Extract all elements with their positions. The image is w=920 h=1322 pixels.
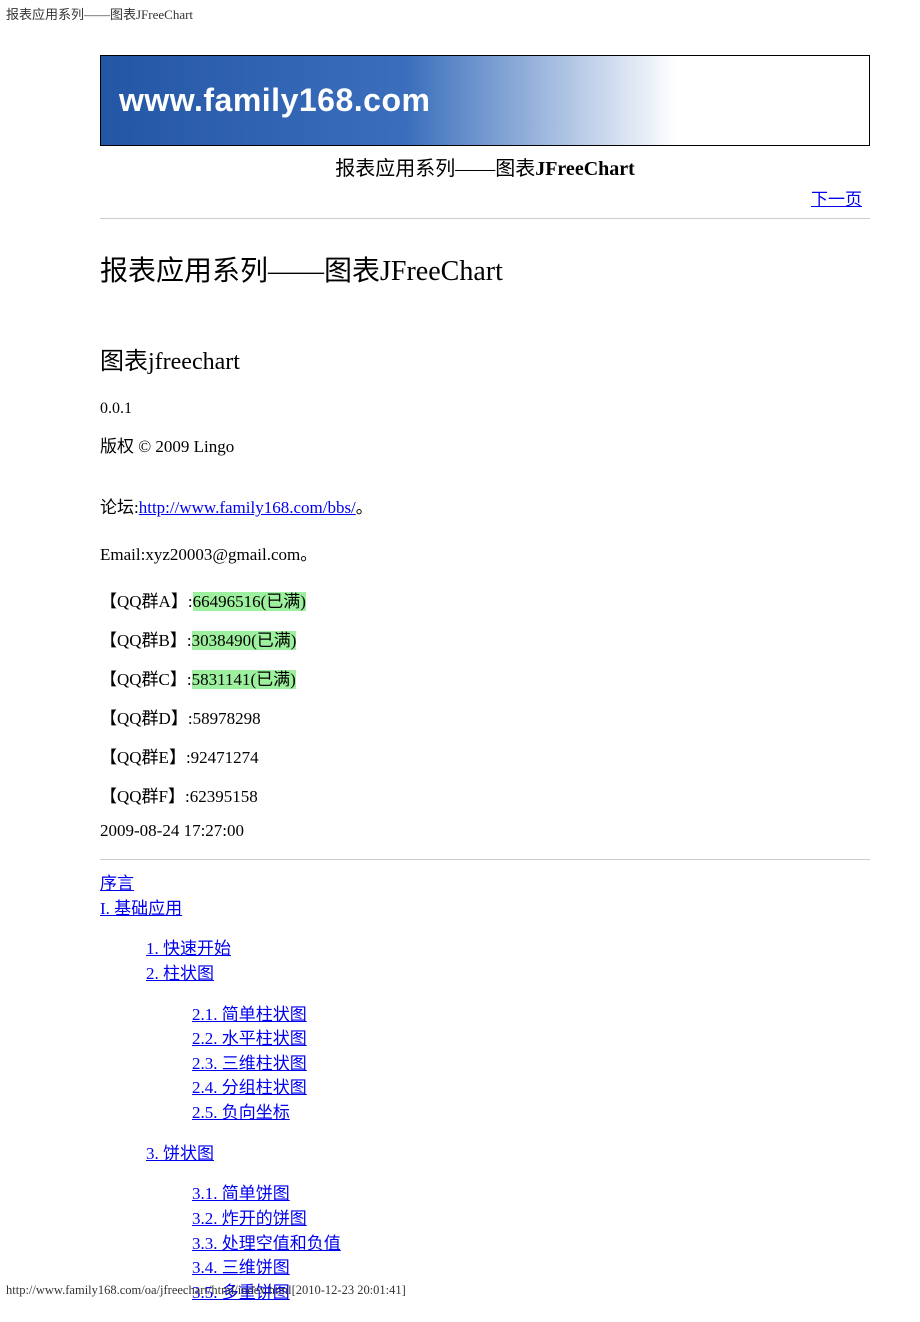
toc-ch2-subitems: 2.1. 简单柱状图 2.2. 水平柱状图 2.3. 三维柱状图 2.4. 分组柱状图…: [192, 1003, 870, 1126]
qq-group-label: 【QQ群D】:: [100, 709, 193, 728]
doc-title-bar: 报表应用系列——图表JFreeChart: [100, 146, 870, 185]
page-container: www.family168.com 报表应用系列——图表JFreeChart 下…: [100, 55, 870, 1306]
copyright: 版权 © 2009 Lingo: [100, 432, 870, 457]
version: 0.0.1: [100, 400, 870, 418]
forum-label: 论坛:: [100, 498, 139, 517]
qq-group-row: 【QQ群A】:66496516(已满): [100, 587, 870, 612]
qq-group-value: 5831141(已满): [192, 670, 296, 689]
content-section: 报表应用系列——图表JFreeChart 图表jfreechart 0.0.1 …: [100, 219, 870, 1306]
toc-ch3-link[interactable]: 3. 饼状图: [146, 1144, 214, 1163]
qq-group-label: 【QQ群F】:: [100, 787, 190, 806]
forum-link[interactable]: http://www.family168.com/bbs/: [139, 498, 356, 517]
toc-part1-link[interactable]: I. 基础应用: [100, 899, 182, 918]
qq-group-row: 【QQ群E】:92471274: [100, 743, 870, 768]
qq-group-value: 66496516(已满): [193, 592, 306, 611]
qq-group-label: 【QQ群A】:: [100, 592, 193, 611]
next-page-link[interactable]: 下一页: [811, 190, 862, 209]
browser-title: 报表应用系列——图表JFreeChart: [0, 0, 920, 25]
banner-site-url: www.family168.com: [119, 82, 430, 119]
toc-sub-link[interactable]: 2.1. 简单柱状图: [192, 1005, 307, 1024]
site-banner: www.family168.com: [100, 55, 870, 146]
toc-ch2-link[interactable]: 2. 柱状图: [146, 964, 214, 983]
toc-sub-link[interactable]: 2.5. 负向坐标: [192, 1103, 290, 1122]
email-line: Email:xyz20003@gmail.com。: [100, 540, 870, 565]
toc-ch1-link[interactable]: 1. 快速开始: [146, 939, 231, 958]
qq-group-value: 92471274: [191, 748, 259, 767]
toc-divider: [100, 859, 870, 860]
doc-title-bold: JFreeChart: [535, 158, 635, 180]
table-of-contents: 序言 I. 基础应用 1. 快速开始 2. 柱状图 2.1. 简单柱状图 2.2.…: [100, 872, 870, 1306]
qq-group-value: 62395158: [190, 787, 258, 806]
sub-title: 图表jfreechart: [100, 341, 870, 376]
qq-group-row: 【QQ群B】:3038490(已满): [100, 626, 870, 651]
qq-group-value: 3038490(已满): [192, 631, 297, 650]
forum-period: 。: [356, 498, 373, 517]
toc-sub-link[interactable]: 3.1. 简单饼图: [192, 1184, 290, 1203]
qq-group-label: 【QQ群E】:: [100, 748, 191, 767]
toc-preface-link[interactable]: 序言: [100, 874, 134, 893]
qq-group-row: 【QQ群C】:5831141(已满): [100, 665, 870, 690]
toc-sub-link[interactable]: 2.2. 水平柱状图: [192, 1029, 307, 1048]
qq-group-value: 58978298: [193, 709, 261, 728]
toc-sub-link[interactable]: 3.4. 三维饼图: [192, 1258, 290, 1277]
qq-group-row: 【QQ群D】:58978298: [100, 704, 870, 729]
main-title: 报表应用系列——图表JFreeChart: [100, 249, 870, 289]
qq-group-label: 【QQ群C】:: [100, 670, 192, 689]
forum-line: 论坛:http://www.family168.com/bbs/。: [100, 493, 870, 518]
toc-sub-link[interactable]: 3.3. 处理空值和负值: [192, 1234, 341, 1253]
toc-sub-link[interactable]: 2.4. 分组柱状图: [192, 1078, 307, 1097]
doc-title-prefix: 报表应用系列——图表: [335, 158, 535, 180]
nav-top: 下一页: [100, 185, 870, 218]
footer-url: http://www.family168.com/oa/jfreechart/h…: [6, 1283, 406, 1298]
toc-sub-link[interactable]: 2.3. 三维柱状图: [192, 1054, 307, 1073]
qq-group-label: 【QQ群B】:: [100, 631, 192, 650]
toc-sub-link[interactable]: 3.2. 炸开的饼图: [192, 1209, 307, 1228]
timestamp: 2009-08-24 17:27:00: [100, 821, 870, 841]
qq-groups: 【QQ群A】:66496516(已满)【QQ群B】:3038490(已满)【QQ…: [100, 587, 870, 807]
qq-group-row: 【QQ群F】:62395158: [100, 782, 870, 807]
